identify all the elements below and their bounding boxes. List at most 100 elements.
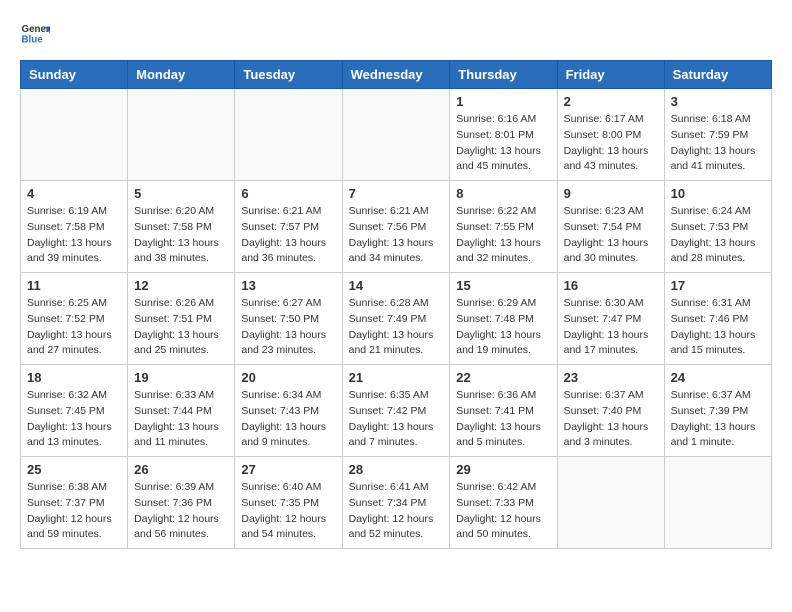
- calendar-cell: 1 Sunrise: 6:16 AM Sunset: 8:01 PM Daylig…: [450, 89, 557, 181]
- calendar-cell: 18 Sunrise: 6:32 AM Sunset: 7:45 PM Dayli…: [21, 365, 128, 457]
- day-number: 25: [27, 462, 121, 477]
- day-number: 22: [456, 370, 550, 385]
- weekday-header-monday: Monday: [128, 61, 235, 89]
- day-number: 11: [27, 278, 121, 293]
- calendar-cell: 10 Sunrise: 6:24 AM Sunset: 7:53 PM Dayli…: [664, 181, 771, 273]
- calendar-cell: 26 Sunrise: 6:39 AM Sunset: 7:36 PM Dayli…: [128, 457, 235, 549]
- calendar-cell: [557, 457, 664, 549]
- day-number: 2: [564, 94, 658, 109]
- calendar-cell: 19 Sunrise: 6:33 AM Sunset: 7:44 PM Dayli…: [128, 365, 235, 457]
- day-number: 10: [671, 186, 765, 201]
- day-number: 4: [27, 186, 121, 201]
- week-row-0: 1 Sunrise: 6:16 AM Sunset: 8:01 PM Daylig…: [21, 89, 772, 181]
- weekday-header-row: SundayMondayTuesdayWednesdayThursdayFrid…: [21, 61, 772, 89]
- calendar-cell: 29 Sunrise: 6:42 AM Sunset: 7:33 PM Dayli…: [450, 457, 557, 549]
- day-number: 15: [456, 278, 550, 293]
- day-info: Sunrise: 6:30 AM Sunset: 7:47 PM Dayligh…: [564, 296, 658, 359]
- day-number: 17: [671, 278, 765, 293]
- week-row-4: 25Sunrise: 6:38 AM Sunset: 7:37 PM Dayli…: [21, 457, 772, 549]
- weekday-header-saturday: Saturday: [664, 61, 771, 89]
- day-info: Sunrise: 6:23 AM Sunset: 7:54 PM Dayligh…: [564, 204, 658, 267]
- calendar-cell: 16 Sunrise: 6:30 AM Sunset: 7:47 PM Dayli…: [557, 273, 664, 365]
- day-info: Sunrise: 6:18 AM Sunset: 7:59 PM Dayligh…: [671, 112, 765, 175]
- page-header: General Blue: [20, 20, 772, 50]
- day-number: 3: [671, 94, 765, 109]
- calendar-cell: 12 Sunrise: 6:26 AM Sunset: 7:51 PM Dayli…: [128, 273, 235, 365]
- calendar-cell: 14Sunrise: 6:28 AM Sunset: 7:49 PM Dayli…: [342, 273, 450, 365]
- calendar-table: SundayMondayTuesdayWednesdayThursdayFrid…: [20, 60, 772, 549]
- day-number: 13: [241, 278, 335, 293]
- calendar-cell: 23Sunrise: 6:37 AM Sunset: 7:40 PM Dayli…: [557, 365, 664, 457]
- day-number: 28: [349, 462, 444, 477]
- day-info: Sunrise: 6:34 AM Sunset: 7:43 PM Dayligh…: [241, 388, 335, 451]
- day-info: Sunrise: 6:28 AM Sunset: 7:49 PM Dayligh…: [349, 296, 444, 359]
- day-info: Sunrise: 6:36 AM Sunset: 7:41 PM Dayligh…: [456, 388, 550, 451]
- calendar-cell: 20 Sunrise: 6:34 AM Sunset: 7:43 PM Dayli…: [235, 365, 342, 457]
- day-info: Sunrise: 6:40 AM Sunset: 7:35 PM Dayligh…: [241, 480, 335, 543]
- calendar-cell: 6 Sunrise: 6:21 AM Sunset: 7:57 PM Daylig…: [235, 181, 342, 273]
- logo: General Blue: [20, 20, 50, 50]
- day-info: Sunrise: 6:22 AM Sunset: 7:55 PM Dayligh…: [456, 204, 550, 267]
- calendar-cell: 7Sunrise: 6:21 AM Sunset: 7:56 PM Daylig…: [342, 181, 450, 273]
- day-number: 5: [134, 186, 228, 201]
- svg-text:Blue: Blue: [22, 35, 44, 46]
- calendar-cell: 13 Sunrise: 6:27 AM Sunset: 7:50 PM Dayli…: [235, 273, 342, 365]
- day-info: Sunrise: 6:37 AM Sunset: 7:40 PM Dayligh…: [564, 388, 658, 451]
- day-info: Sunrise: 6:25 AM Sunset: 7:52 PM Dayligh…: [27, 296, 121, 359]
- day-number: 19: [134, 370, 228, 385]
- calendar-cell: 11 Sunrise: 6:25 AM Sunset: 7:52 PM Dayli…: [21, 273, 128, 365]
- day-info: Sunrise: 6:26 AM Sunset: 7:51 PM Dayligh…: [134, 296, 228, 359]
- weekday-header-wednesday: Wednesday: [342, 61, 450, 89]
- day-number: 21: [349, 370, 444, 385]
- week-row-2: 11 Sunrise: 6:25 AM Sunset: 7:52 PM Dayli…: [21, 273, 772, 365]
- day-number: 9: [564, 186, 658, 201]
- week-row-3: 18 Sunrise: 6:32 AM Sunset: 7:45 PM Dayli…: [21, 365, 772, 457]
- day-info: Sunrise: 6:37 AM Sunset: 7:39 PM Dayligh…: [671, 388, 765, 451]
- day-info: Sunrise: 6:27 AM Sunset: 7:50 PM Dayligh…: [241, 296, 335, 359]
- weekday-header-tuesday: Tuesday: [235, 61, 342, 89]
- day-number: 12: [134, 278, 228, 293]
- logo-icon: General Blue: [20, 20, 50, 50]
- day-number: 16: [564, 278, 658, 293]
- svg-text:General: General: [22, 24, 51, 35]
- day-info: Sunrise: 6:21 AM Sunset: 7:57 PM Dayligh…: [241, 204, 335, 267]
- calendar-cell: 27 Sunrise: 6:40 AM Sunset: 7:35 PM Dayli…: [235, 457, 342, 549]
- day-number: 8: [456, 186, 550, 201]
- day-number: 24: [671, 370, 765, 385]
- day-number: 20: [241, 370, 335, 385]
- calendar-cell: 17 Sunrise: 6:31 AM Sunset: 7:46 PM Dayli…: [664, 273, 771, 365]
- day-number: 27: [241, 462, 335, 477]
- day-info: Sunrise: 6:17 AM Sunset: 8:00 PM Dayligh…: [564, 112, 658, 175]
- calendar-cell: 3 Sunrise: 6:18 AM Sunset: 7:59 PM Daylig…: [664, 89, 771, 181]
- calendar-cell: 28 Sunrise: 6:41 AM Sunset: 7:34 PM Dayli…: [342, 457, 450, 549]
- day-info: Sunrise: 6:21 AM Sunset: 7:56 PM Dayligh…: [349, 204, 444, 267]
- calendar-cell: [235, 89, 342, 181]
- week-row-1: 4 Sunrise: 6:19 AM Sunset: 7:58 PM Daylig…: [21, 181, 772, 273]
- day-number: 29: [456, 462, 550, 477]
- day-info: Sunrise: 6:32 AM Sunset: 7:45 PM Dayligh…: [27, 388, 121, 451]
- day-info: Sunrise: 6:19 AM Sunset: 7:58 PM Dayligh…: [27, 204, 121, 267]
- calendar-cell: 2 Sunrise: 6:17 AM Sunset: 8:00 PM Daylig…: [557, 89, 664, 181]
- day-info: Sunrise: 6:20 AM Sunset: 7:58 PM Dayligh…: [134, 204, 228, 267]
- day-number: 6: [241, 186, 335, 201]
- day-info: Sunrise: 6:33 AM Sunset: 7:44 PM Dayligh…: [134, 388, 228, 451]
- calendar-cell: 24 Sunrise: 6:37 AM Sunset: 7:39 PM Dayli…: [664, 365, 771, 457]
- day-info: Sunrise: 6:42 AM Sunset: 7:33 PM Dayligh…: [456, 480, 550, 543]
- calendar-cell: 15Sunrise: 6:29 AM Sunset: 7:48 PM Dayli…: [450, 273, 557, 365]
- calendar-cell: 5 Sunrise: 6:20 AM Sunset: 7:58 PM Daylig…: [128, 181, 235, 273]
- calendar-cell: [128, 89, 235, 181]
- day-info: Sunrise: 6:41 AM Sunset: 7:34 PM Dayligh…: [349, 480, 444, 543]
- day-info: Sunrise: 6:16 AM Sunset: 8:01 PM Dayligh…: [456, 112, 550, 175]
- day-number: 26: [134, 462, 228, 477]
- day-number: 18: [27, 370, 121, 385]
- day-info: Sunrise: 6:31 AM Sunset: 7:46 PM Dayligh…: [671, 296, 765, 359]
- day-info: Sunrise: 6:24 AM Sunset: 7:53 PM Dayligh…: [671, 204, 765, 267]
- calendar-cell: 9 Sunrise: 6:23 AM Sunset: 7:54 PM Daylig…: [557, 181, 664, 273]
- day-info: Sunrise: 6:39 AM Sunset: 7:36 PM Dayligh…: [134, 480, 228, 543]
- calendar-cell: 25Sunrise: 6:38 AM Sunset: 7:37 PM Dayli…: [21, 457, 128, 549]
- calendar-cell: [664, 457, 771, 549]
- calendar-cell: 4 Sunrise: 6:19 AM Sunset: 7:58 PM Daylig…: [21, 181, 128, 273]
- calendar-cell: [21, 89, 128, 181]
- calendar-cell: 22 Sunrise: 6:36 AM Sunset: 7:41 PM Dayli…: [450, 365, 557, 457]
- day-number: 1: [456, 94, 550, 109]
